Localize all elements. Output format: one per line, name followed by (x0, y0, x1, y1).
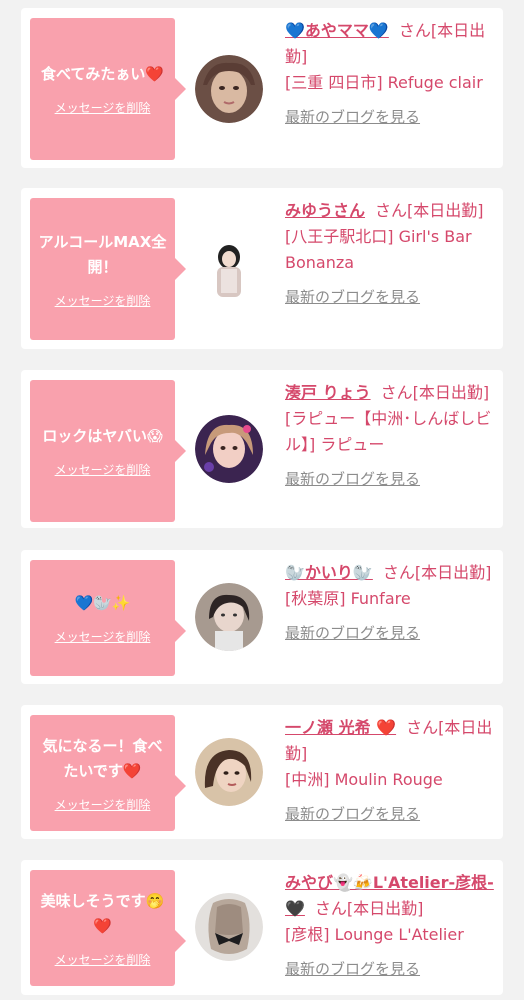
avatar[interactable] (195, 893, 263, 961)
user-name-link[interactable]: 💙あやママ💙 (285, 21, 389, 40)
user-info: 💙あやママ💙 さん[本日出勤] [三重 四日市] Refuge clair 最新の… (285, 18, 495, 130)
user-info: 🦭かいり🦭 さん[本日出勤] [秋葉原] Funfare 最新のブログを見る (285, 560, 495, 646)
user-info: 湊戸 りょう さん[本日出勤] [ラピュー【中洲･しんばしビル】] ラピュー 最新… (285, 380, 495, 492)
message-card: 美味しそうです🤭❤️ メッセージを削除 みやび👻🍻L'Atelier-彦根-🖤 さ… (21, 860, 503, 995)
shop-location: [八王子駅北口] Girl's Bar Bonanza (285, 227, 472, 272)
shop-location: [ラピュー【中洲･しんばしビル】] ラピュー (285, 409, 492, 454)
shop-location: [三重 四日市] Refuge clair (285, 73, 483, 92)
message-card: 食べてみたぁい❤️ メッセージを削除 💙あやママ💙 さん[本日出勤] [三重 四日… (21, 8, 503, 168)
delete-message-link[interactable]: メッセージを削除 (55, 628, 151, 645)
message-text: ロックはヤバい😱 (42, 427, 163, 445)
shop-location: [中洲] Moulin Rouge (285, 770, 443, 789)
latest-blog-link[interactable]: 最新のブログを見る (285, 104, 420, 130)
avatar[interactable] (195, 738, 263, 806)
message-card: 気になるー！食べたいです❤️ メッセージを削除 一ノ瀬 光希 ❤️ さん[本日出勤… (21, 705, 503, 839)
message-bubble: 💙🦭✨ メッセージを削除 (30, 560, 186, 676)
status-text: さん[本日出勤] (375, 201, 484, 220)
latest-blog-link[interactable]: 最新のブログを見る (285, 956, 420, 982)
user-info: みやび👻🍻L'Atelier-彦根-🖤 さん[本日出勤] [彦根] Lounge … (285, 870, 495, 982)
user-name-link[interactable]: 🦭かいり🦭 (285, 563, 373, 582)
delete-message-link[interactable]: メッセージを削除 (55, 292, 151, 309)
avatar[interactable] (195, 235, 263, 303)
user-info: 一ノ瀬 光希 ❤️ さん[本日出勤] [中洲] Moulin Rouge 最新のブ… (285, 715, 495, 827)
shop-location: [彦根] Lounge L'Atelier (285, 925, 464, 944)
avatar[interactable] (195, 55, 263, 123)
message-card: アルコールMAX全開！ メッセージを削除 みゆうさん さん[本日出勤] [八王子駅… (21, 188, 503, 349)
message-bubble: アルコールMAX全開！ メッセージを削除 (30, 198, 186, 340)
latest-blog-link[interactable]: 最新のブログを見る (285, 466, 420, 492)
avatar[interactable] (195, 583, 263, 651)
latest-blog-link[interactable]: 最新のブログを見る (285, 284, 420, 310)
message-text: 💙🦭✨ (74, 594, 131, 612)
delete-message-link[interactable]: メッセージを削除 (55, 796, 151, 813)
message-text: アルコールMAX全開！ (38, 232, 167, 276)
user-name-link[interactable]: 一ノ瀬 光希 ❤️ (285, 718, 396, 737)
latest-blog-link[interactable]: 最新のブログを見る (285, 620, 420, 646)
delete-message-link[interactable]: メッセージを削除 (55, 461, 151, 478)
latest-blog-link[interactable]: 最新のブログを見る (285, 801, 420, 827)
message-bubble: ロックはヤバい😱 メッセージを削除 (30, 380, 186, 522)
delete-message-link[interactable]: メッセージを削除 (55, 99, 151, 116)
user-name-link[interactable]: 湊戸 りょう (285, 383, 371, 402)
message-card: 💙🦭✨ メッセージを削除 🦭かいり🦭 さん[本日出勤] [秋葉原] Funfare… (21, 550, 503, 684)
message-text: 気になるー！食べたいです❤️ (42, 736, 163, 780)
message-bubble: 気になるー！食べたいです❤️ メッセージを削除 (30, 715, 186, 831)
status-text: さん[本日出勤] (380, 383, 490, 402)
delete-message-link[interactable]: メッセージを削除 (55, 951, 151, 968)
user-name-link[interactable]: みゆうさん (285, 201, 365, 220)
shop-location: [秋葉原] Funfare (285, 589, 411, 608)
status-text: さん[本日出勤] (382, 563, 492, 582)
avatar[interactable] (195, 415, 263, 483)
message-bubble: 食べてみたぁい❤️ メッセージを削除 (30, 18, 186, 160)
user-info: みゆうさん さん[本日出勤] [八王子駅北口] Girl's Bar Bonanz… (285, 198, 495, 310)
message-bubble: 美味しそうです🤭❤️ メッセージを削除 (30, 870, 186, 986)
message-text: 食べてみたぁい❤️ (40, 65, 165, 83)
message-list: 食べてみたぁい❤️ メッセージを削除 💙あやママ💙 さん[本日出勤] [三重 四日… (0, 0, 524, 1000)
message-card: ロックはヤバい😱 メッセージを削除 湊戸 りょう さん[本日出勤] [ラピュー【中… (21, 370, 503, 528)
message-text: 美味しそうです🤭❤️ (40, 891, 165, 935)
status-text: さん[本日出勤] (314, 899, 424, 918)
